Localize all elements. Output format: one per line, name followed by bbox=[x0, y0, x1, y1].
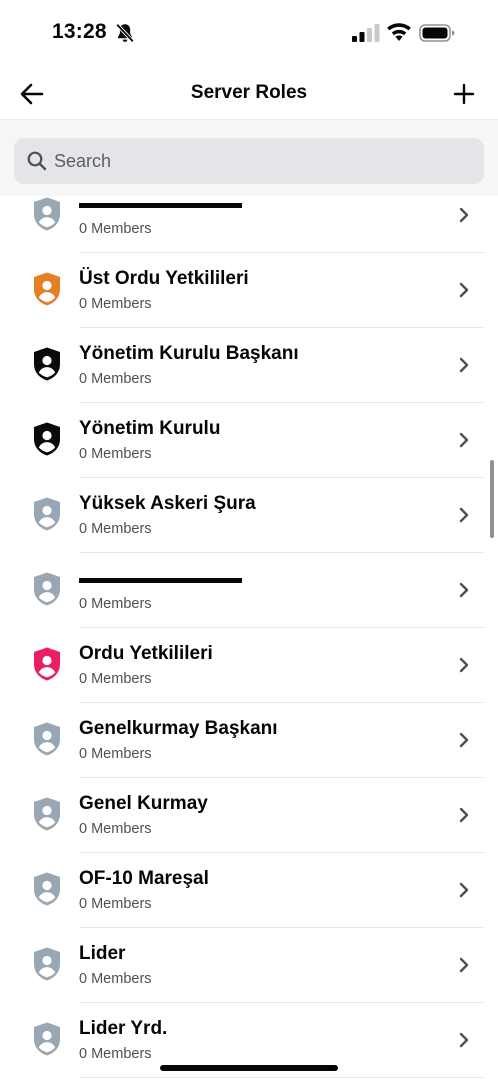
role-member-count: 0 Members bbox=[79, 671, 152, 687]
role-row[interactable]: Yönetim Kurulu Başkanı 0 Members bbox=[0, 328, 498, 403]
chevron-right-icon bbox=[459, 507, 469, 523]
role-row[interactable]: OF-10 Mareşal 0 Members bbox=[0, 853, 498, 928]
role-member-count: 0 Members bbox=[79, 821, 152, 837]
chevron-right-icon bbox=[459, 432, 469, 448]
chevron-right-icon bbox=[459, 732, 469, 748]
role-row[interactable]: 0 Members bbox=[0, 196, 498, 253]
chevron-right-icon bbox=[459, 657, 469, 673]
role-name: Yüksek Askeri Şura bbox=[79, 493, 256, 514]
role-name: Yönetim Kurulu Başkanı bbox=[79, 343, 299, 364]
role-shield-icon bbox=[34, 272, 60, 306]
chevron-right-icon bbox=[459, 282, 469, 298]
header: Server Roles bbox=[0, 66, 498, 120]
role-shield-icon bbox=[34, 572, 60, 606]
role-name: Lider Yrd. bbox=[79, 1018, 168, 1039]
role-name: Yönetim Kurulu bbox=[79, 418, 221, 439]
status-bar: 13:28 bbox=[0, 0, 498, 66]
search-input[interactable] bbox=[54, 138, 454, 184]
role-member-count: 0 Members bbox=[79, 971, 152, 987]
chevron-right-icon bbox=[459, 207, 469, 223]
scrollbar[interactable] bbox=[490, 460, 494, 538]
wifi-icon bbox=[387, 23, 411, 41]
role-shield-icon bbox=[34, 722, 60, 756]
role-shield-icon bbox=[34, 1022, 60, 1056]
role-row[interactable]: Ordu Yetkilileri 0 Members bbox=[0, 628, 498, 703]
page-title: Server Roles bbox=[190, 82, 308, 103]
role-shield-icon bbox=[34, 947, 60, 981]
role-shield-icon bbox=[34, 647, 60, 681]
role-shield-icon bbox=[34, 497, 60, 531]
plus-icon[interactable] bbox=[450, 80, 478, 108]
chevron-right-icon bbox=[459, 882, 469, 898]
role-member-count: 0 Members bbox=[79, 896, 152, 912]
chevron-right-icon bbox=[459, 807, 469, 823]
role-shield-icon bbox=[34, 347, 60, 381]
chevron-right-icon bbox=[459, 1032, 469, 1048]
role-name: Ordu Yetkilileri bbox=[79, 643, 213, 664]
search-area bbox=[0, 120, 498, 196]
role-shield-icon bbox=[34, 797, 60, 831]
role-row[interactable]: Üst Ordu Yetkilileri 0 Members bbox=[0, 253, 498, 328]
chevron-right-icon bbox=[459, 582, 469, 598]
role-shield-icon bbox=[34, 197, 60, 231]
search-box[interactable] bbox=[14, 138, 484, 184]
role-shield-icon bbox=[34, 422, 60, 456]
role-name: OF-10 Mareşal bbox=[79, 868, 209, 889]
role-member-count: 0 Members bbox=[79, 221, 152, 237]
role-member-count: 0 Members bbox=[79, 296, 152, 312]
chevron-right-icon bbox=[459, 957, 469, 973]
redacted-role-name bbox=[79, 203, 242, 208]
role-row[interactable]: Lider 0 Members bbox=[0, 928, 498, 1003]
redacted-role-name bbox=[79, 578, 242, 583]
status-time: 13:28 bbox=[52, 20, 107, 43]
role-row[interactable]: 0 Members bbox=[0, 553, 498, 628]
role-row[interactable]: Yönetim Kurulu 0 Members bbox=[0, 403, 498, 478]
row-divider bbox=[79, 1077, 484, 1078]
role-row[interactable]: Genel Kurmay 0 Members bbox=[0, 778, 498, 853]
role-shield-icon bbox=[34, 872, 60, 906]
role-row[interactable]: Yüksek Askeri Şura 0 Members bbox=[0, 478, 498, 553]
role-member-count: 0 Members bbox=[79, 746, 152, 762]
role-member-count: 0 Members bbox=[79, 1046, 152, 1062]
search-icon bbox=[27, 151, 47, 171]
role-member-count: 0 Members bbox=[79, 446, 152, 462]
role-member-count: 0 Members bbox=[79, 521, 152, 537]
role-name: Genel Kurmay bbox=[79, 793, 208, 814]
home-indicator bbox=[160, 1065, 338, 1071]
role-list: 0 Members Üst Ordu Yetkilileri 0 Members Yö… bbox=[0, 196, 498, 1080]
role-row[interactable]: Genelkurmay Başkanı 0 Members bbox=[0, 703, 498, 778]
role-name: Lider bbox=[79, 943, 126, 964]
cellular-signal-icon bbox=[352, 24, 380, 42]
role-member-count: 0 Members bbox=[79, 596, 152, 612]
chevron-right-icon bbox=[459, 357, 469, 373]
bell-slash-icon bbox=[115, 23, 135, 43]
battery-icon bbox=[419, 24, 455, 42]
role-member-count: 0 Members bbox=[79, 371, 152, 387]
role-name: Üst Ordu Yetkilileri bbox=[79, 268, 249, 289]
role-name: Genelkurmay Başkanı bbox=[79, 718, 278, 739]
